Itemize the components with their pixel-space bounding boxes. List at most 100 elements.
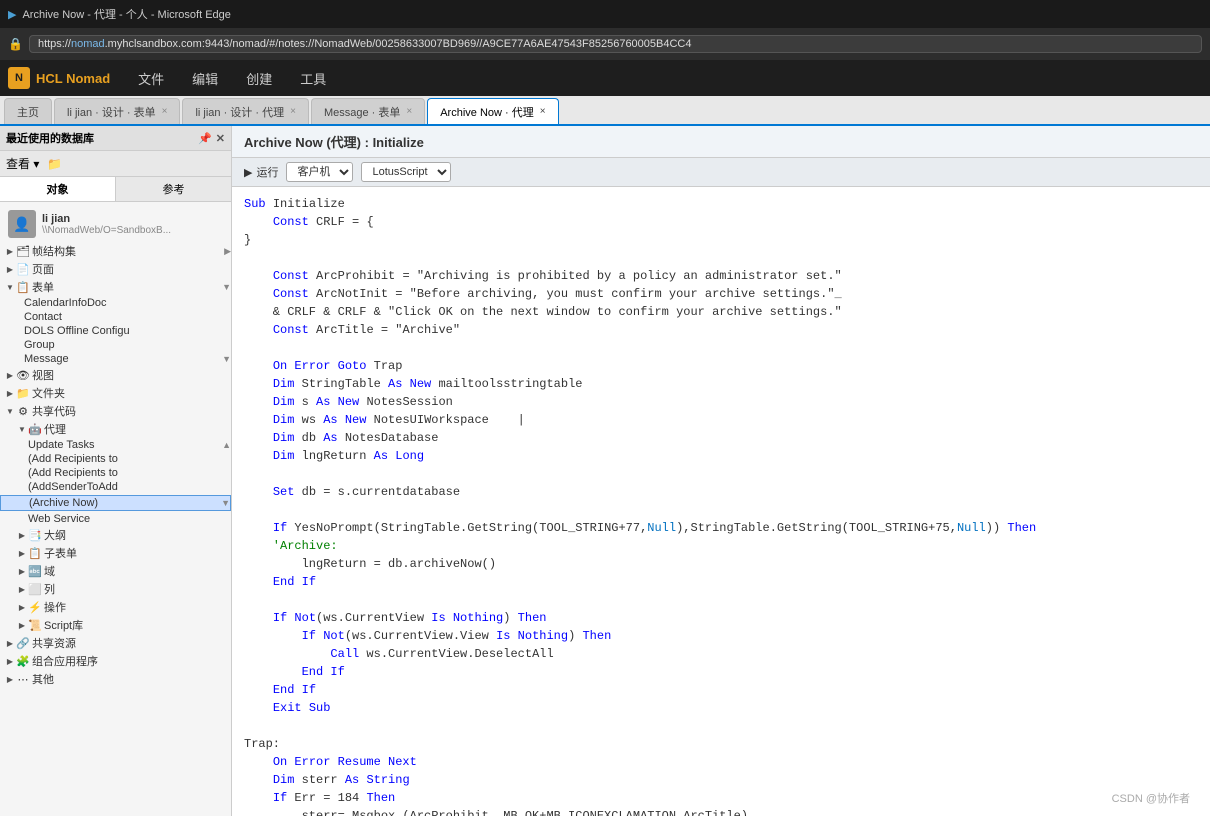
tree-item-dols[interactable]: DOLS Offline Configu xyxy=(0,324,231,338)
form-icon: 📋 xyxy=(16,280,30,294)
code-line: Call ws.CurrentView.DeselectAll xyxy=(244,645,1198,663)
item-label: 文件夹 xyxy=(32,385,231,401)
code-line: Exit Sub xyxy=(244,699,1198,717)
tree-item-other[interactable]: ▶ ⋯ 其他 xyxy=(0,670,231,688)
tree-item-message[interactable]: Message ▼ xyxy=(0,352,231,366)
tree-item-addrecip2[interactable]: (Add Recipients to xyxy=(0,466,231,480)
watermark: CSDN @协作者 xyxy=(1112,790,1190,806)
code-editor[interactable]: Sub Initialize Const CRLF = { } Const Ar… xyxy=(232,187,1210,816)
item-label: Script库 xyxy=(44,617,231,633)
code-line xyxy=(244,339,1198,357)
arrow-icon: ▶ xyxy=(16,547,28,559)
tab-agent1-label: li jian · 设计 · 代理 xyxy=(195,104,284,120)
tree-item-form[interactable]: ▼ 📋 表单 ▼ xyxy=(0,278,231,296)
tree-item-group[interactable]: Group xyxy=(0,338,231,352)
down-arrow2: ▼ xyxy=(221,498,230,508)
expand-icon: ▶ xyxy=(224,246,231,257)
brand-logo: N HCL Nomad xyxy=(8,67,110,89)
sidebar-close-icon[interactable]: ✕ xyxy=(216,132,225,145)
tree-item-column[interactable]: ▶ ⬜ 列 xyxy=(0,580,231,598)
field-icon: 🔤 xyxy=(28,564,42,578)
item-label: DOLS Offline Configu xyxy=(24,325,231,337)
menu-tools[interactable]: 工具 xyxy=(288,65,338,92)
tree-item-addrecip1[interactable]: (Add Recipients to xyxy=(0,452,231,466)
sidebar-search: 查看 ▾ 📁 xyxy=(0,151,231,177)
tab-agent1-close[interactable]: × xyxy=(290,106,296,117)
menu-create[interactable]: 创建 xyxy=(234,65,284,92)
tree-item-scriptlib[interactable]: ▶ 📜 Script库 xyxy=(0,616,231,634)
sidebar-search-label[interactable]: 查看 ▾ xyxy=(6,155,39,172)
menu-file[interactable]: 文件 xyxy=(126,65,176,92)
code-line: Sub Initialize xyxy=(244,195,1198,213)
main-layout: 最近使用的数据库 📌 ✕ 查看 ▾ 📁 对象 参考 👤 li jian \\No… xyxy=(0,126,1210,816)
tree-item-calendarinfo[interactable]: CalendarInfoDoc xyxy=(0,296,231,310)
user-name: li jian xyxy=(42,213,171,225)
other-icon: ⋯ xyxy=(16,672,30,686)
menu-edit[interactable]: 编辑 xyxy=(180,65,230,92)
tree-item-archivenow[interactable]: (Archive Now) ▼ xyxy=(0,495,231,511)
tree-item-field[interactable]: ▶ 🔤 域 xyxy=(0,562,231,580)
item-label: 组合应用程序 xyxy=(32,653,231,669)
code-line xyxy=(244,465,1198,483)
brand-name: HCL Nomad xyxy=(36,71,110,86)
tree-item-sharedcode[interactable]: ▼ ⚙ 共享代码 xyxy=(0,402,231,420)
tree-item-update[interactable]: Update Tasks ▲ xyxy=(0,438,231,452)
tab-form1-close[interactable]: × xyxy=(162,106,168,117)
sidebar-tab-objects[interactable]: 对象 xyxy=(0,177,116,201)
tab-form1[interactable]: li jian · 设计 · 表单 × xyxy=(54,98,180,124)
user-info: 👤 li jian \\NomadWeb/O=SandboxB... xyxy=(0,206,231,242)
code-line: End If xyxy=(244,681,1198,699)
tree-item-folder[interactable]: ▶ 📁 文件夹 xyxy=(0,384,231,402)
run-button[interactable]: ▶ 运行 xyxy=(244,164,278,180)
scriptlib-icon: 📜 xyxy=(28,618,42,632)
tree-item-outline[interactable]: ▶ 📑 大纲 xyxy=(0,526,231,544)
user-path: \\NomadWeb/O=SandboxB... xyxy=(42,225,171,236)
shared-icon: ⚙ xyxy=(16,404,30,418)
sidebar-folder-icon[interactable]: 📁 xyxy=(47,157,62,171)
tab-message-close[interactable]: × xyxy=(406,106,412,117)
tree-item-sharedres[interactable]: ▶ 🔗 共享资源 xyxy=(0,634,231,652)
code-line: & CRLF & CRLF & "Click OK on the next wi… xyxy=(244,303,1198,321)
tree-item-frameset[interactable]: ▶ 🗂 帧结构集 ▶ xyxy=(0,242,231,260)
tab-form1-label: li jian · 设计 · 表单 xyxy=(67,104,156,120)
url-box[interactable]: https://nomad.myhclsandbox.com:9443/noma… xyxy=(29,35,1202,53)
addressbar: 🔒 https://nomad.myhclsandbox.com:9443/no… xyxy=(0,28,1210,60)
code-line: Trap: xyxy=(244,735,1198,753)
tab-home[interactable]: 主页 xyxy=(4,98,52,124)
run-label: 运行 xyxy=(256,164,278,180)
language-select[interactable]: LotusScript xyxy=(361,162,451,182)
code-line: If Not(ws.CurrentView Is Nothing) Then xyxy=(244,609,1198,627)
sidebar-pin-icon[interactable]: 📌 xyxy=(198,132,212,145)
item-label: 操作 xyxy=(44,599,231,615)
tree-item-webservice[interactable]: Web Service xyxy=(0,512,231,526)
column-icon: ⬜ xyxy=(28,582,42,596)
item-label: 共享资源 xyxy=(32,635,231,651)
tree-item-subform[interactable]: ▶ 📋 子表单 xyxy=(0,544,231,562)
tree-item-action[interactable]: ▶ ⚡ 操作 xyxy=(0,598,231,616)
content-title: Archive Now (代理) : Initialize xyxy=(232,126,1210,158)
outline-icon: 📑 xyxy=(28,528,42,542)
code-line: Const ArcNotInit = "Before archiving, yo… xyxy=(244,285,1198,303)
tree-item-agent[interactable]: ▼ 🤖 代理 xyxy=(0,420,231,438)
arrow-icon: ▶ xyxy=(4,387,16,399)
tree-item-page[interactable]: ▶ 📄 页面 xyxy=(0,260,231,278)
tab-message[interactable]: Message · 表单 × xyxy=(311,98,425,124)
code-line xyxy=(244,249,1198,267)
sidebar-tab-reference[interactable]: 参考 xyxy=(116,177,231,201)
tree-item-view[interactable]: ▶ 👁 视图 xyxy=(0,366,231,384)
hcl-icon: N xyxy=(8,67,30,89)
run-icon: ▶ xyxy=(244,166,252,179)
tree-item-composite[interactable]: ▶ 🧩 组合应用程序 xyxy=(0,652,231,670)
arrow-icon: ▼ xyxy=(4,405,16,417)
composite-icon: 🧩 xyxy=(16,654,30,668)
tab-agent1[interactable]: li jian · 设计 · 代理 × xyxy=(182,98,308,124)
tab-archive[interactable]: Archive Now · 代理 × xyxy=(427,98,558,124)
client-select[interactable]: 客户机 xyxy=(286,162,353,182)
item-label: 表单 xyxy=(32,279,222,295)
tree-item-contact[interactable]: Contact xyxy=(0,310,231,324)
code-line: Dim StringTable As New mailtoolsstringta… xyxy=(244,375,1198,393)
tab-archive-close[interactable]: × xyxy=(540,106,546,117)
tree-item-addsender[interactable]: (AddSenderToAdd xyxy=(0,480,231,494)
lock-icon: 🔒 xyxy=(8,37,23,51)
sidebar-tabs: 对象 参考 xyxy=(0,177,231,202)
